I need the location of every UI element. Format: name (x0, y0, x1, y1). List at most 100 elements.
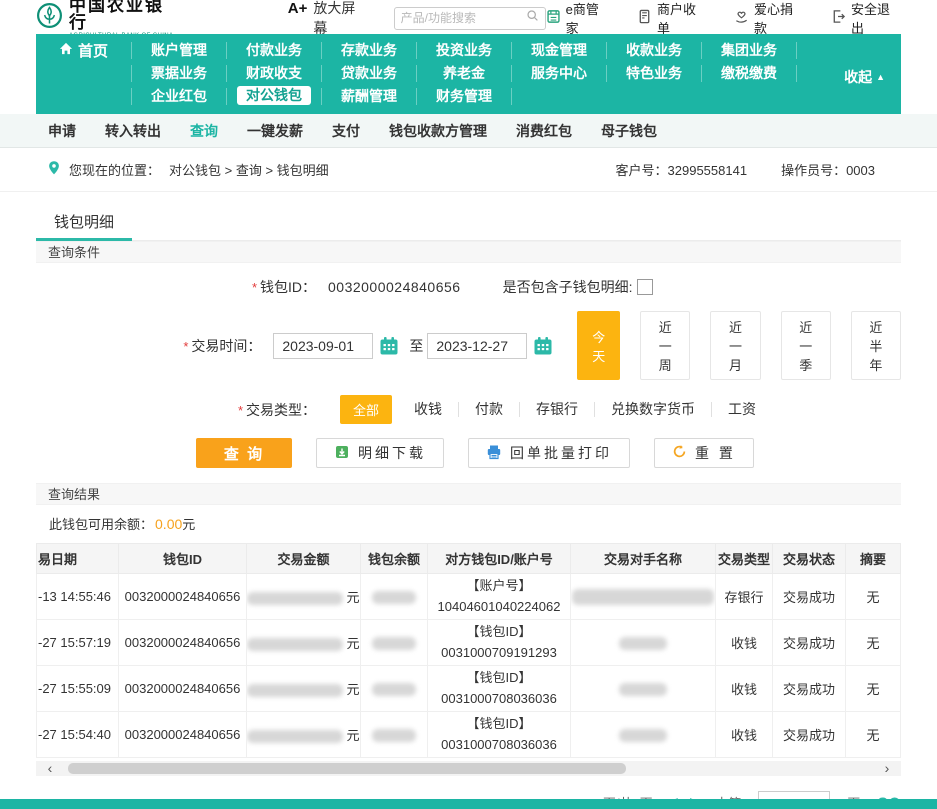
available-balance: 此钱包可用余额：0.00元 (36, 514, 901, 534)
subnav-consume-redpacket[interactable]: 消费红包 (516, 121, 572, 141)
nav-item-pension[interactable]: 养老金 (417, 65, 512, 82)
col-counterparty-name: 交易对手名称 (571, 544, 716, 574)
table-row: -27 15:55:09 0032000024840656 元 【钱包ID】00… (37, 666, 901, 712)
nav-item-finance-mgmt[interactable]: 财务管理 (417, 88, 512, 105)
nav-item-bill-biz[interactable]: 票据业务 (132, 65, 227, 82)
subnav-apply[interactable]: 申请 (48, 121, 76, 141)
download-detail-button[interactable]: 明细下载 (316, 438, 444, 468)
nav-home[interactable]: 首页 (36, 42, 132, 59)
date-from-input[interactable] (273, 333, 373, 359)
logout-icon (831, 9, 846, 27)
nav-item-corporate-wallet[interactable]: 对公钱包 (227, 88, 322, 105)
link-secure-logout[interactable]: 安全退出 (831, 0, 901, 37)
range-month-button[interactable]: 近一月 (710, 311, 760, 380)
main-nav: 首页 账户管理 付款业务 存款业务 投资业务 现金管理 收款业务 集团业务 票据… (36, 34, 901, 114)
subnav-query[interactable]: 查询 (190, 121, 218, 141)
nav-item-investment-biz[interactable]: 投资业务 (417, 42, 512, 59)
type-pay-button[interactable]: 付款 (458, 402, 519, 417)
wallet-subnav: 申请 转入转出 查询 一键发薪 支付 钱包收款方管理 消费红包 母子钱包 (0, 114, 937, 148)
range-today-button[interactable]: 今天 (577, 311, 620, 380)
nav-item-enterprise-redpacket[interactable]: 企业红包 (132, 88, 227, 105)
redacted-balance (372, 591, 416, 604)
nav-item-loan-biz[interactable]: 贷款业务 (322, 65, 417, 82)
type-filter-group: 全部 收钱 付款 存银行 兑换数字货币 工资 (328, 395, 772, 424)
subnav-pay[interactable]: 支付 (332, 121, 360, 141)
query-results-header: 查询结果 (36, 483, 901, 505)
tabs-row: 钱包明细 (36, 192, 901, 241)
nav-item-payment-biz[interactable]: 付款业务 (227, 42, 322, 59)
wallet-id-value: 0032000024840656 (328, 279, 461, 295)
tab-wallet-detail[interactable]: 钱包明细 (36, 203, 132, 241)
scroll-left-icon[interactable]: ‹ (36, 761, 64, 776)
date-to-separator: 至 (409, 336, 423, 356)
batch-print-receipt-button[interactable]: 回单批量打印 (468, 438, 630, 468)
table-row: -27 15:54:40 0032000024840656 元 【钱包ID】00… (37, 712, 901, 758)
required-mark: * (252, 280, 257, 295)
transaction-time-row: *交易时间： 至 今天 近一周 近一月 近一季 近半年 (36, 311, 901, 380)
pos-icon (637, 9, 652, 27)
operator-number: 操作员号：0003 (781, 160, 875, 179)
nav-item-fiscal[interactable]: 财政收支 (227, 65, 322, 82)
nav-item-group-biz[interactable]: 集团业务 (702, 42, 797, 59)
subnav-transfer[interactable]: 转入转出 (105, 121, 161, 141)
col-date: 易日期 (37, 544, 119, 574)
scrollbar-track[interactable] (64, 763, 873, 774)
redacted-amount (247, 730, 343, 743)
include-sub-wallet-checkbox[interactable] (637, 279, 653, 295)
query-button[interactable]: 查 询 (196, 438, 292, 468)
nav-item-special-biz[interactable]: 特色业务 (607, 65, 702, 82)
enlarge-screen-button[interactable]: A+ 放大屏幕 (288, 0, 368, 38)
redacted-counterparty-name (572, 589, 714, 605)
nav-item-deposit-biz[interactable]: 存款业务 (322, 42, 417, 59)
link-merchant-acquiring[interactable]: 商户收单 (637, 0, 707, 37)
balance-amount: 0.00 (155, 516, 182, 532)
calendar-icon[interactable] (379, 336, 399, 356)
top-links: e商管家 商户收单 爱心捐款 安全退出 (546, 0, 901, 37)
range-half-year-button[interactable]: 近半年 (851, 311, 901, 380)
nav-item-collection-biz[interactable]: 收款业务 (607, 42, 702, 59)
redacted-balance (372, 729, 416, 742)
bank-logo-icon (36, 2, 63, 34)
reset-button[interactable]: 重 置 (654, 438, 754, 468)
search-icon[interactable] (526, 9, 539, 27)
nav-item-service-center[interactable]: 服务中心 (512, 65, 607, 82)
nav-spacer (36, 88, 132, 105)
search-input[interactable] (401, 11, 526, 25)
aplus-label: A+ (288, 0, 308, 17)
required-mark: * (183, 339, 188, 354)
redacted-counterparty-name (619, 729, 667, 742)
scroll-right-icon[interactable]: › (873, 761, 901, 776)
redacted-counterparty-name (619, 637, 667, 650)
date-to-input[interactable] (427, 333, 527, 359)
link-charity-donation[interactable]: 爱心捐款 (734, 0, 804, 37)
scrollbar-thumb[interactable] (68, 763, 626, 774)
breadcrumb: 您现在的位置： 对公钱包 > 查询 > 钱包明细 (48, 160, 329, 179)
col-amount: 交易金额 (247, 544, 361, 574)
nav-item-cash-mgmt[interactable]: 现金管理 (512, 42, 607, 59)
type-deposit-bank-button[interactable]: 存银行 (519, 402, 594, 417)
type-salary-button[interactable]: 工资 (711, 402, 772, 417)
nav-item-tax-payment[interactable]: 缴税缴费 (702, 65, 797, 82)
collapse-arrow-icon: ▲ (876, 72, 885, 82)
subnav-payee-mgmt[interactable]: 钱包收款方管理 (389, 121, 487, 141)
subnav-parent-child-wallet[interactable]: 母子钱包 (601, 121, 657, 141)
donate-icon (734, 9, 749, 27)
footer-bar (0, 799, 937, 809)
type-receive-button[interactable]: 收钱 (398, 402, 458, 417)
range-week-button[interactable]: 近一周 (640, 311, 690, 380)
range-quarter-button[interactable]: 近一季 (781, 311, 831, 380)
download-icon (334, 444, 350, 463)
link-e-merchant[interactable]: e商管家 (546, 0, 610, 37)
type-exchange-dcep-button[interactable]: 兑换数字货币 (594, 402, 711, 417)
table-row: -13 14:55:46 0032000024840656 元 【账户号】104… (37, 574, 901, 620)
table-horizontal-scrollbar: ‹ › (36, 761, 901, 776)
calendar-icon[interactable] (533, 336, 553, 356)
required-mark: * (238, 403, 243, 418)
nav-item-account-mgmt[interactable]: 账户管理 (132, 42, 227, 59)
nav-item-salary-mgmt[interactable]: 薪酬管理 (322, 88, 417, 105)
type-all-button[interactable]: 全部 (340, 395, 392, 424)
nav-collapse-button[interactable]: 收起 ▲ (844, 67, 885, 87)
store-icon (546, 9, 561, 27)
subnav-one-click-payroll[interactable]: 一键发薪 (247, 121, 303, 141)
wallet-id-row: *钱包ID： 0032000024840656 是否包含子钱包明细: (36, 277, 901, 297)
